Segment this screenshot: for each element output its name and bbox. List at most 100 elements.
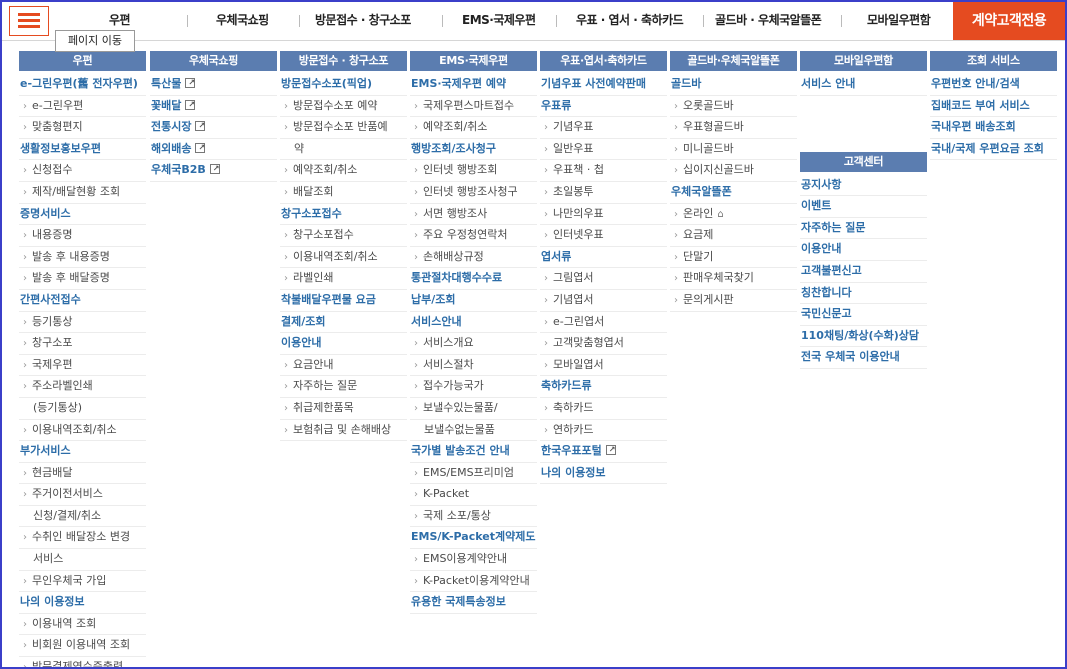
nav-item-stamps-cards[interactable]: 우표 · 엽서 · 축하카드 xyxy=(576,2,684,40)
menu-category-link[interactable]: 생활정보홍보우편 xyxy=(19,139,146,161)
column-header[interactable]: 모바일우편함 xyxy=(800,51,927,71)
menu-category-link[interactable]: 착불배달우편물 요금 xyxy=(280,290,407,312)
menu-sub-link[interactable]: › 온라인 ⌂ xyxy=(670,204,797,226)
menu-category-link[interactable]: 간편사전접수 xyxy=(19,290,146,312)
customer-center-link[interactable]: 이용안내 xyxy=(800,239,927,261)
menu-sub-link[interactable]: › 국제우편스마트접수 xyxy=(410,96,537,118)
menu-category-link[interactable]: 엽서류 xyxy=(540,247,667,269)
menu-sub-link[interactable]: › K-Packet이용계약안내 xyxy=(410,571,537,593)
menu-sub-link[interactable]: › 등기통상 xyxy=(19,312,146,334)
menu-category-link[interactable]: 우체국B2B xyxy=(150,160,277,182)
column-header[interactable]: EMS·국제우편 xyxy=(410,51,537,71)
menu-sub-link[interactable]: › 비회원 이용내역 조회 xyxy=(19,635,146,658)
menu-sub-link[interactable]: › 축하카드 xyxy=(540,398,667,420)
menu-sub-link[interactable]: › e-그린엽서 xyxy=(540,312,667,334)
menu-icon[interactable] xyxy=(9,6,49,36)
menu-category-link[interactable]: 우편번호 안내/검색 xyxy=(930,74,1057,96)
menu-category-link[interactable]: 꽃배달 xyxy=(150,96,277,118)
nav-item-ems[interactable]: EMS·국제우편 xyxy=(462,2,536,40)
menu-sub-link[interactable]: › 국제우편 xyxy=(19,355,146,377)
menu-category-link[interactable]: 부가서비스 xyxy=(19,441,146,463)
menu-sub-link[interactable]: › 모바일엽서 xyxy=(540,355,667,377)
menu-sub-link[interactable]: › 오롯골드바 xyxy=(670,96,797,118)
menu-category-link[interactable]: 결제/조회 xyxy=(280,312,407,334)
menu-category-link[interactable]: e-그린우편(舊 전자우편) xyxy=(19,74,146,96)
menu-category-link[interactable]: 전통시장 xyxy=(150,117,277,139)
menu-sub-link[interactable]: › 인터넷 행방조회 xyxy=(410,160,537,182)
menu-sub-link[interactable]: › 서비스절차 xyxy=(410,355,537,377)
customer-center-link[interactable]: 고객불편신고 xyxy=(800,261,927,283)
menu-category-link[interactable]: 집배코드 부여 서비스 xyxy=(930,96,1057,118)
menu-sub-link[interactable]: › 라벨인쇄 xyxy=(280,268,407,290)
menu-category-link[interactable]: 축하카드류 xyxy=(540,376,667,398)
menu-sub-link[interactable]: › 주거이전서비스 xyxy=(19,484,146,506)
menu-sub-link[interactable]: › 배달조회 xyxy=(280,182,407,204)
customer-center-link[interactable]: 칭찬합니다 xyxy=(800,283,927,305)
menu-category-link[interactable]: 우표류 xyxy=(540,96,667,118)
menu-sub-link[interactable]: › 우표책 · 첩 xyxy=(540,160,667,182)
menu-sub-link[interactable]: › 방문접수소포 반품예 xyxy=(280,117,407,139)
menu-category-link[interactable]: 해외배송 xyxy=(150,139,277,161)
menu-sub-link[interactable]: › 인터넷 행방조사청구 xyxy=(410,182,537,204)
menu-sub-link[interactable]: › 제작/배달현황 조회 xyxy=(19,182,146,204)
customer-center-link[interactable]: 전국 우체국 이용안내 xyxy=(800,347,927,369)
menu-category-link[interactable]: 국가별 발송조건 안내 xyxy=(410,441,537,463)
menu-sub-link[interactable]: › 현금배달 xyxy=(19,463,146,485)
menu-sub-link[interactable]: › 나만의우표 xyxy=(540,204,667,226)
menu-sub-link[interactable]: › 국제 소포/통상 xyxy=(410,506,537,528)
menu-sub-link[interactable]: › 인터넷우표 xyxy=(540,225,667,247)
menu-category-link[interactable]: 통관절차대행수수료 xyxy=(410,268,537,290)
menu-sub-link[interactable]: › 연하카드 xyxy=(540,420,667,442)
menu-sub-link[interactable]: › 자주하는 질문 xyxy=(280,376,407,398)
menu-category-link[interactable]: 서비스안내 xyxy=(410,312,537,334)
nav-item-pickup-parcel[interactable]: 방문접수 · 창구소포 xyxy=(315,2,411,40)
customer-center-link[interactable]: 자주하는 질문 xyxy=(800,218,927,240)
menu-sub-link[interactable]: › 창구소포접수 xyxy=(280,225,407,247)
menu-sub-link[interactable]: › 그림엽서 xyxy=(540,268,667,290)
menu-category-link[interactable]: 우체국알뜰폰 xyxy=(670,182,797,204)
menu-sub-link[interactable]: › 고객맞춤형엽서 xyxy=(540,333,667,355)
menu-sub-link[interactable]: › 주소라벨인쇄 xyxy=(19,376,146,398)
menu-category-link[interactable]: 나의 이용정보 xyxy=(540,463,667,485)
menu-category-link[interactable]: 기념우표 사전예약판매 xyxy=(540,74,667,96)
menu-sub-link[interactable]: › 십이지신골드바 xyxy=(670,160,797,182)
column-header[interactable]: 골드바·우체국알뜰폰 xyxy=(670,51,797,71)
menu-sub-link[interactable]: › 요금제 xyxy=(670,225,797,247)
menu-sub-link[interactable]: › 기념우표 xyxy=(540,117,667,139)
menu-category-link[interactable]: 행방조회/조사청구 xyxy=(410,139,537,161)
customer-center-link[interactable]: 공지사항 xyxy=(800,175,927,197)
menu-sub-link[interactable]: › 맞춤형편지 xyxy=(19,117,146,139)
menu-sub-link[interactable]: › 우표형골드바 xyxy=(670,117,797,139)
menu-sub-link[interactable]: › 단말기 xyxy=(670,247,797,269)
menu-sub-link[interactable]: › EMS/EMS프리미엄 xyxy=(410,463,537,485)
menu-category-link[interactable]: 국내/국제 우편요금 조회 xyxy=(930,139,1057,161)
menu-sub-link[interactable]: › 보낼수있는물품/ xyxy=(410,398,537,420)
menu-sub-link[interactable]: › 이용내역조회/취소 xyxy=(19,420,146,442)
menu-sub-link[interactable]: › 이용내역조회/취소 xyxy=(280,247,407,269)
menu-sub-link[interactable]: › 방문접수소포 예약 xyxy=(280,96,407,118)
column-header[interactable]: 방문접수 · 창구소포 xyxy=(280,51,407,71)
menu-sub-link[interactable]: › 기념엽서 xyxy=(540,290,667,312)
customer-center-link[interactable]: 이벤트 xyxy=(800,196,927,218)
menu-sub-link[interactable]: › e-그린우편 xyxy=(19,96,146,118)
nav-item-goldbar-phone[interactable]: 골드바 · 우체국알뜰폰 xyxy=(715,2,822,40)
menu-sub-link[interactable]: › 서면 행방조사 xyxy=(410,204,537,226)
menu-sub-link[interactable]: › 취급제한품목 xyxy=(280,398,407,420)
menu-category-link[interactable]: 국내우편 배송조회 xyxy=(930,117,1057,139)
menu-category-link[interactable]: EMS/K-Packet계약제도 xyxy=(410,527,537,550)
menu-sub-link[interactable]: › EMS이용계약안내 xyxy=(410,549,537,571)
menu-sub-link[interactable]: › K-Packet xyxy=(410,484,537,506)
menu-category-link[interactable]: 증명서비스 xyxy=(19,204,146,226)
menu-sub-link[interactable]: › 발송 후 배달증명 xyxy=(19,268,146,290)
menu-category-link[interactable]: 납부/조회 xyxy=(410,290,537,312)
menu-category-link[interactable]: 유용한 국제특송정보 xyxy=(410,592,537,614)
menu-category-link[interactable]: 방문접수소포(픽업) xyxy=(280,74,407,96)
menu-category-link[interactable]: EMS·국제우편 예약 xyxy=(410,74,537,96)
menu-sub-link[interactable]: › 주요 우정청연락처 xyxy=(410,225,537,247)
menu-category-link[interactable]: 나의 이용정보 xyxy=(19,592,146,614)
menu-category-link[interactable]: 한국우표포털 xyxy=(540,441,667,463)
customer-center-link[interactable]: 국민신문고 xyxy=(800,304,927,326)
menu-sub-link[interactable]: › 수취인 배달장소 변경 xyxy=(19,527,146,550)
menu-sub-link[interactable]: › 일반우표 xyxy=(540,139,667,161)
menu-sub-link[interactable]: › 예약조회/취소 xyxy=(410,117,537,139)
